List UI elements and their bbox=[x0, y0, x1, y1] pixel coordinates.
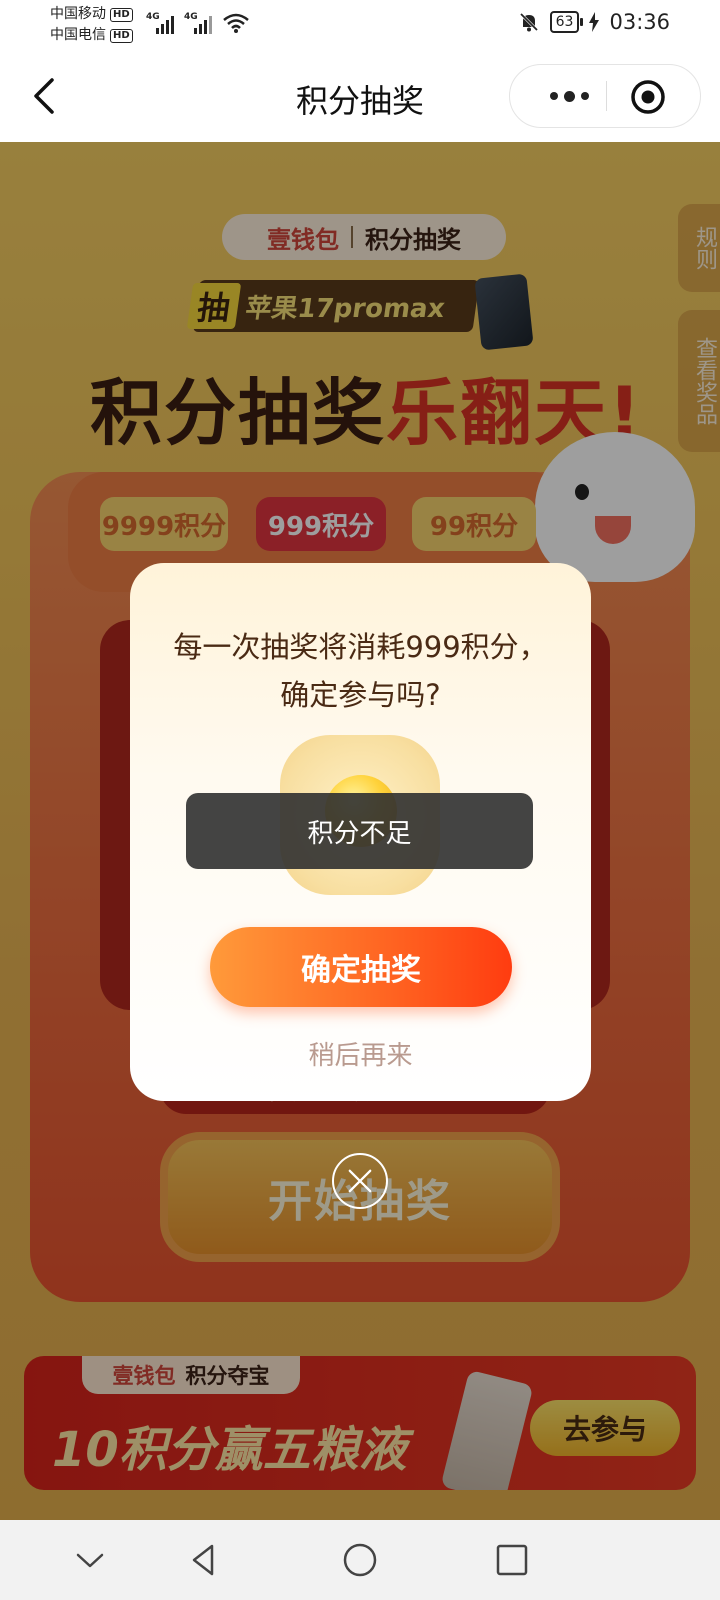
carrier-2: 中国电信 bbox=[50, 27, 106, 43]
carrier-info: 中国移动 HD 中国电信 HD bbox=[50, 4, 133, 46]
clock: 03:36 bbox=[609, 10, 670, 34]
back-triangle-icon[interactable] bbox=[182, 1538, 226, 1582]
hd-badge-1: HD bbox=[110, 7, 133, 22]
navigation-bar: 积分抽奖 bbox=[0, 50, 720, 142]
hd-badge-2: HD bbox=[110, 28, 133, 43]
network-2-label: 4G bbox=[184, 12, 198, 22]
more-options-icon[interactable] bbox=[530, 65, 608, 127]
close-miniprogram-icon[interactable] bbox=[628, 77, 668, 117]
home-circle-icon[interactable] bbox=[338, 1538, 382, 1582]
battery-indicator: 63 bbox=[549, 11, 584, 33]
system-navigation-bar bbox=[0, 1520, 720, 1600]
signal-1-icon: 4G bbox=[146, 12, 174, 34]
collapse-chevron-icon[interactable] bbox=[68, 1538, 112, 1582]
toast-message: 积分不足 bbox=[186, 793, 533, 869]
signal-indicators: 4G 4G bbox=[146, 12, 250, 34]
dialog-message: 每一次抽奖将消耗999积分，确定参与吗? bbox=[173, 630, 548, 712]
network-1-label: 4G bbox=[146, 12, 160, 22]
close-dialog-icon[interactable] bbox=[332, 1153, 388, 1209]
status-right: 63 03:36 bbox=[518, 10, 670, 34]
charging-icon bbox=[589, 12, 600, 32]
wifi-icon bbox=[223, 13, 249, 33]
recents-square-icon[interactable] bbox=[490, 1538, 534, 1582]
status-bar: 中国移动 HD 中国电信 HD 4G 4G 63 03:36 bbox=[0, 0, 720, 50]
mini-program-capsule bbox=[509, 64, 701, 128]
confirm-lottery-button[interactable]: 确定抽奖 bbox=[210, 927, 512, 1007]
signal-2-icon: 4G bbox=[184, 12, 212, 34]
carrier-1: 中国移动 bbox=[50, 6, 106, 22]
mute-bell-icon bbox=[519, 12, 538, 32]
come-back-later-button[interactable]: 稍后再来 bbox=[130, 1035, 591, 1072]
capsule-divider bbox=[606, 81, 607, 111]
